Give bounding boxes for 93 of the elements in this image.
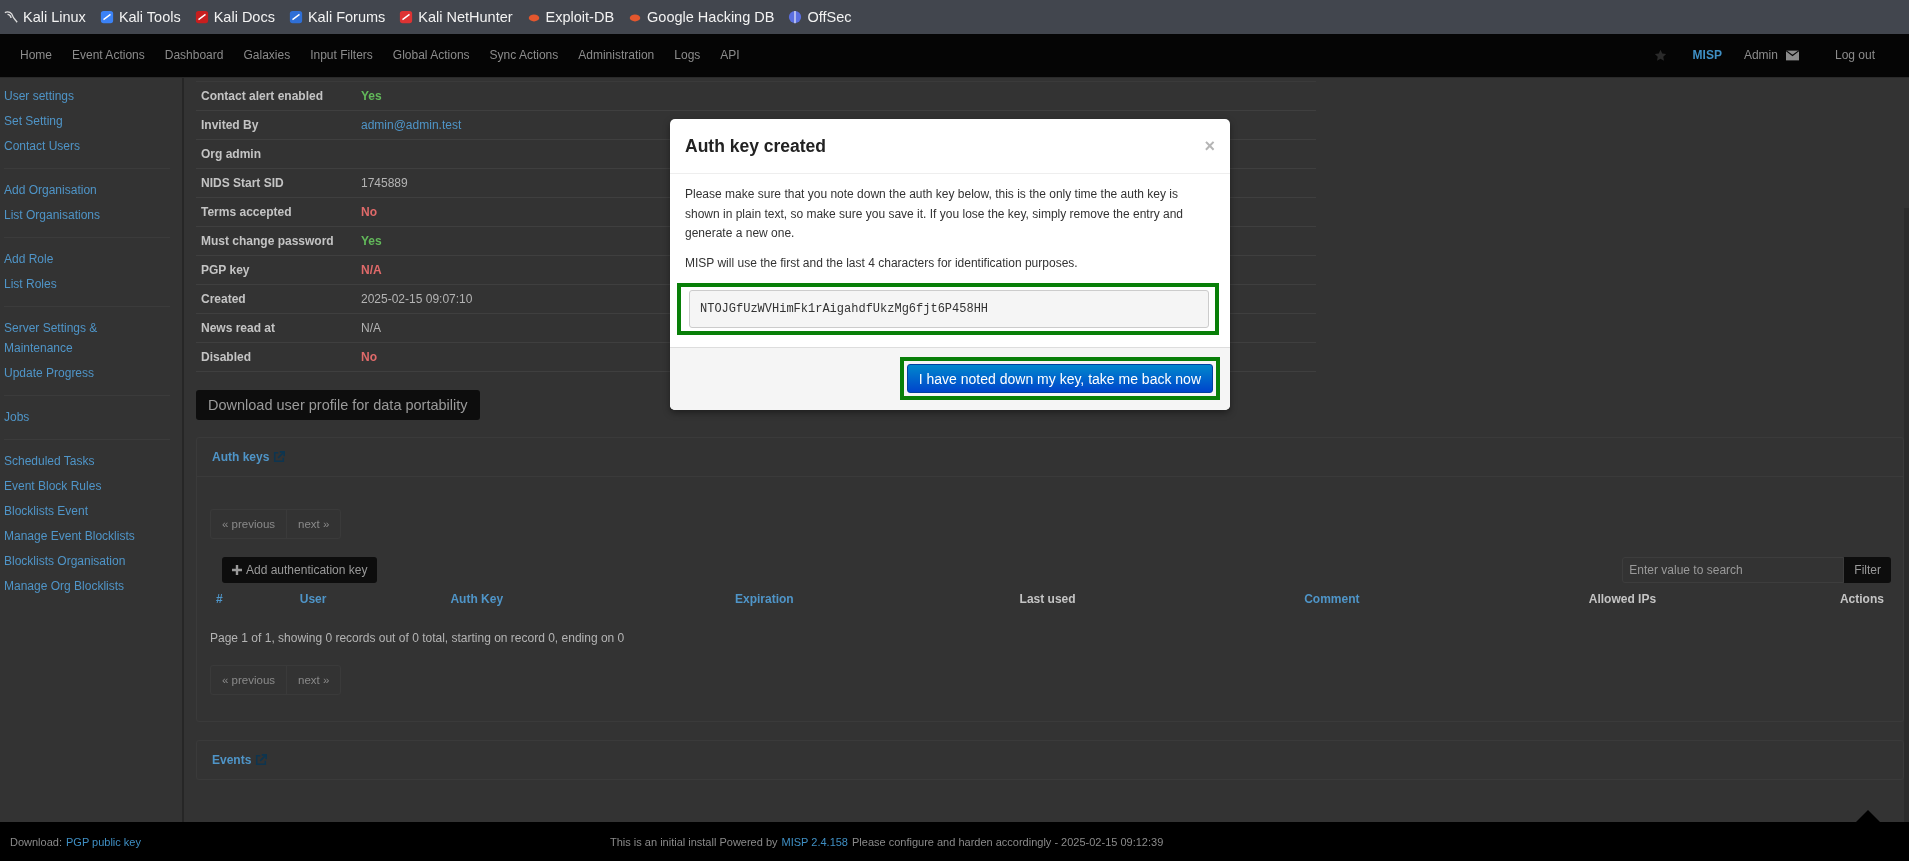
pagination-summary: Page 1 of 1, showing 0 records out of 0 total, starting on record 0, ending on 0 — [210, 631, 626, 645]
bookmark-link[interactable]: Kali NetHunter — [399, 9, 513, 25]
pgp-key-link[interactable]: PGP public key — [66, 835, 141, 848]
favicon-icon — [99, 10, 114, 24]
sidebar-link[interactable]: Blocklists Organisation — [0, 549, 182, 574]
globe-icon — [788, 10, 803, 24]
nav-menu-item[interactable]: Event Actions — [62, 34, 155, 77]
favicon-icon — [399, 10, 414, 24]
status-value: No — [361, 205, 377, 219]
field-value: N/A — [361, 321, 381, 335]
field-label: Org admin — [196, 139, 356, 169]
column-sort-link[interactable]: Comment — [1304, 592, 1360, 606]
close-button[interactable]: × — [1204, 135, 1215, 157]
bookmark-link[interactable]: Exploit-DB — [526, 9, 615, 25]
status-value: N/A — [361, 263, 382, 277]
modal-message: MISP will use the first and the last 4 characters for identification purposes. — [685, 254, 1079, 272]
sidebar-link[interactable]: List Roles — [0, 272, 182, 297]
nav-menu-item[interactable]: Logs — [664, 34, 711, 77]
version-link[interactable]: MISP 2.4.158 — [781, 835, 848, 848]
bookmark-link[interactable]: Kali Forums — [288, 9, 386, 25]
nav-menu-item[interactable]: Dashboard — [154, 34, 234, 77]
star-icon[interactable] — [1653, 49, 1667, 62]
column-header: Allowed IPs — [1588, 592, 1657, 606]
panel-title-link[interactable]: Events — [212, 753, 252, 767]
nav-menu-item[interactable]: Administration — [568, 34, 665, 77]
panel-title-link[interactable]: Auth keys — [212, 450, 270, 464]
bookmark-link[interactable]: Kali Docs — [194, 9, 275, 25]
bookmark-link[interactable]: Kali Linux — [4, 9, 86, 25]
favicon-icon — [194, 10, 209, 24]
external-link-icon[interactable] — [273, 451, 286, 463]
bookmark-link[interactable]: Google Hacking DB — [628, 9, 775, 25]
plus-icon — [232, 565, 242, 575]
scrollbar-thumb[interactable] — [1904, 208, 1909, 822]
modal-title: Auth key created — [685, 135, 827, 158]
sidebar-link[interactable]: Set Setting — [0, 109, 182, 134]
sidebar-link[interactable]: Jobs — [0, 405, 182, 430]
sidebar-link[interactable]: User settings — [0, 84, 182, 109]
account-menu-link[interactable]: Admin — [1743, 34, 1778, 77]
sidebar-link[interactable]: Event Block Rules — [0, 474, 182, 499]
column-sort-link[interactable]: # — [216, 592, 223, 606]
footer-text: This is an initial install Powered by — [610, 835, 778, 848]
field-label: NIDS Start SID — [196, 168, 356, 198]
add-key-button[interactable]: Add authentication key — [222, 557, 378, 583]
field-label: Created — [196, 284, 356, 314]
sidebar-link[interactable]: Add Organisation — [0, 178, 182, 203]
sidebar-link[interactable]: Contact Users — [0, 134, 182, 159]
nav-menu-item[interactable]: Global Actions — [382, 34, 480, 77]
bookmark-link[interactable]: OffSec — [788, 9, 852, 25]
search-field[interactable]: Enter value to search — [1622, 557, 1845, 583]
logout-link[interactable]: Log out — [1810, 34, 1909, 77]
field-label: Invited By — [196, 110, 356, 140]
sidebar-link[interactable]: Server Settings & Maintenance — [0, 316, 128, 361]
field-value: 1745889 — [361, 176, 408, 190]
sidebar-link[interactable]: Add Role — [0, 247, 182, 272]
favicon-icon — [288, 10, 303, 24]
envelope-icon[interactable] — [1785, 49, 1799, 62]
auth-key-field[interactable]: NTOJGfUzWVHimFk1rAigahdfUkzMg6fjt6P458HH — [689, 290, 1209, 328]
nav-menu-item[interactable]: Input Filters — [300, 34, 383, 77]
nav-menu-item[interactable]: Sync Actions — [479, 34, 569, 77]
field-label: Must change password — [196, 226, 356, 256]
sidebar-link[interactable]: List Organisations — [0, 203, 182, 228]
sidebar-link[interactable]: Scheduled Tasks — [0, 449, 182, 474]
column-header: Actions — [1839, 592, 1884, 606]
column-sort-link[interactable]: User — [299, 592, 327, 606]
brand-link[interactable]: MISP — [1682, 34, 1732, 77]
status-value: Yes — [361, 234, 382, 248]
column-sort-link[interactable]: Expiration — [734, 592, 794, 606]
column-sort-link[interactable]: Auth Key — [450, 592, 504, 606]
column-header: Last used — [1019, 592, 1076, 606]
sidebar-link[interactable]: Manage Event Blocklists — [0, 524, 182, 549]
field-label: Disabled — [196, 342, 356, 372]
nav-menu-item[interactable]: Home — [10, 34, 62, 77]
sidebar-link[interactable]: Blocklists Event — [0, 499, 182, 524]
sidebar-link[interactable]: Update Progress — [0, 361, 182, 386]
field-label: Terms accepted — [196, 197, 356, 227]
field-label: News read at — [196, 313, 356, 343]
footer-label: Download: — [10, 835, 62, 848]
filter-button[interactable]: Filter — [1844, 557, 1891, 583]
field-value: 2025-02-15 09:07:10 — [361, 292, 473, 306]
nav-menu-item[interactable]: Galaxies — [233, 34, 301, 77]
status-value: No — [361, 350, 377, 364]
external-link-icon[interactable] — [255, 754, 268, 766]
status-value: Yes — [361, 89, 382, 103]
footer-text: Please configure and harden accordingly - 2025-02-15 09:12:39 — [852, 835, 1164, 848]
field-label: Contact alert enabled — [196, 81, 356, 111]
nav-menu-item[interactable]: API — [710, 34, 750, 77]
email-link[interactable]: admin@admin.test — [361, 118, 462, 132]
confirm-button[interactable]: I have noted down my key, take me back now — [906, 364, 1213, 393]
sidebar-link[interactable]: Manage Org Blocklists — [0, 574, 182, 599]
download-button[interactable]: Download user profile for data portability — [196, 390, 480, 420]
bookmark-link[interactable]: Kali Tools — [99, 9, 181, 25]
field-label: PGP key — [196, 255, 356, 285]
modal-message: Please make sure that you note down the auth key below, this is the only time the auth key is shown in plain text, so make sure you save it. If you lose the key, simply remove the entry and generate a new one. — [685, 186, 1185, 242]
